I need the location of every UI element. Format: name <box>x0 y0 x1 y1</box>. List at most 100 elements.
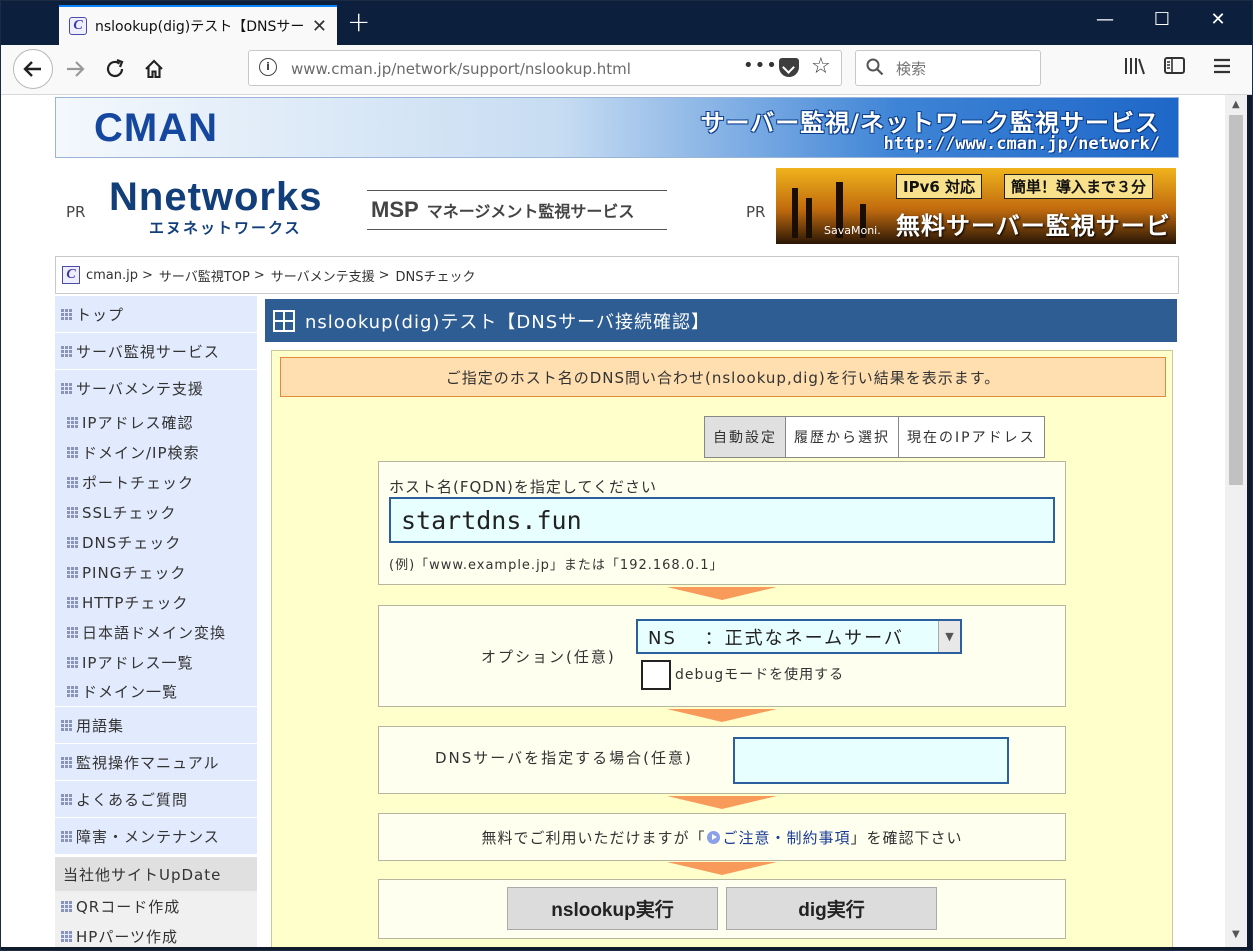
breadcrumb: C cman.jp > サーバ監視TOP > サーバメンテ支援 > DNSチェッ… <box>55 256 1179 294</box>
page-title: nslookup(dig)テスト【DNSサーバ接続確認】 <box>305 311 710 333</box>
scroll-down-icon[interactable]: ▼ <box>1232 929 1240 940</box>
option-label: オプション(任意) <box>481 648 616 666</box>
hostname-label: ホスト名(FQDN)を指定してください <box>389 478 658 496</box>
input-mode-tabs: 自動設定 履歴から選択 現在のIPアドレス <box>704 416 1045 458</box>
grid-icon <box>61 900 72 912</box>
forward-arrow-icon <box>67 61 85 77</box>
forward-button[interactable] <box>57 51 93 87</box>
sidebar-item-manual[interactable]: 監視操作マニュアル <box>55 744 257 781</box>
tab-current-ip[interactable]: 現在のIPアドレス <box>899 417 1044 457</box>
sidebar-item-maintenance[interactable]: サーバメンテ支援 <box>55 370 257 407</box>
new-tab-button[interactable]: + <box>347 7 370 37</box>
sidebar-item-label: ポートチェック <box>82 473 195 492</box>
chevron-down-icon[interactable]: ▼ <box>938 621 960 652</box>
tab-close-icon[interactable]: ✕ <box>312 16 327 37</box>
address-bar[interactable]: i www.cman.jp/network/support/nslookup.h… <box>248 50 842 86</box>
breadcrumb-separator: > <box>253 267 265 283</box>
easy-setup-badge: 簡単！導入まで３分 <box>1004 174 1154 199</box>
sidebar-subitem-ssl-check[interactable]: SSLチェック <box>55 497 257 527</box>
cman-banner[interactable]: CMAN サーバー監視/ネットワーク監視サービス http://www.cman… <box>55 97 1179 158</box>
home-button[interactable] <box>136 51 172 87</box>
library-icon[interactable] <box>1123 55 1147 82</box>
nslookup-form: ご指定のホスト名のDNS問い合わせ(nslookup,dig)を行い結果を表示ま… <box>271 350 1173 949</box>
sidebar-item-qr[interactable]: QRコード作成 <box>55 891 257 921</box>
sidebar-toggle-icon[interactable] <box>1163 55 1187 82</box>
window-grid-icon <box>273 309 295 332</box>
nnetworks-ad[interactable]: Nnetworks エヌネットワークス <box>109 177 349 238</box>
breadcrumb-item[interactable]: サーバ監視TOP <box>159 266 250 285</box>
menu-icon[interactable] <box>1211 55 1233 82</box>
breadcrumb-item[interactable]: サーバメンテ支援 <box>271 266 375 285</box>
grid-icon <box>67 566 78 578</box>
pocket-icon[interactable] <box>779 58 799 77</box>
sidebar-item-top[interactable]: トップ <box>55 296 257 333</box>
grid-icon <box>61 345 72 357</box>
note-prefix: 無料でご利用いただけますが「 <box>481 828 706 847</box>
page-actions-icon[interactable]: ••• <box>743 55 778 76</box>
dig-run-button[interactable]: dig実行 <box>726 887 937 930</box>
terms-link[interactable]: ご注意・制約事項 <box>722 827 850 848</box>
grid-icon <box>61 930 72 942</box>
close-window-button[interactable]: ✕ <box>1198 9 1238 30</box>
debug-label: debugモードを使用する <box>675 667 845 683</box>
dns-server-section: DNSサーバを指定する場合(任意) <box>378 726 1066 794</box>
record-type-select[interactable]: NS ：正式なネームサーバ ▼ <box>636 619 962 654</box>
search-input[interactable] <box>896 60 1026 78</box>
sidebar-item-label: サーバ監視サービス <box>76 342 220 361</box>
sidebar-subitem-http-check[interactable]: HTTPチェック <box>55 587 257 617</box>
back-arrow-icon <box>23 61 41 77</box>
banner-url: http://www.cman.jp/network/ <box>883 134 1160 154</box>
search-bar[interactable] <box>855 50 1041 86</box>
maximize-button[interactable]: ☐ <box>1142 9 1182 30</box>
sidebar-item-label: サーバメンテ支援 <box>76 380 204 398</box>
reload-button[interactable] <box>97 51 133 87</box>
tab-auto-setting[interactable]: 自動設定 <box>705 417 786 457</box>
hostname-example: (例)「www.example.jp」または「192.168.0.1」 <box>389 558 724 573</box>
sidebar-subitem-jp-domain[interactable]: 日本語ドメイン変換 <box>55 617 257 647</box>
sidebar-subitem-dns-check[interactable]: DNSチェック <box>55 527 257 557</box>
hostname-input[interactable] <box>389 497 1055 543</box>
tab-history[interactable]: 履歴から選択 <box>786 417 899 457</box>
sidebar-item-label: トップ <box>76 305 125 324</box>
debug-checkbox[interactable] <box>641 660 671 690</box>
vertical-scrollbar[interactable]: ▲ ▼ <box>1225 95 1247 949</box>
site-info-icon[interactable]: i <box>259 58 277 76</box>
giraffe-silhouette <box>792 188 798 238</box>
url-text[interactable]: www.cman.jp/network/support/nslookup.htm… <box>291 60 631 78</box>
terms-note: 無料でご利用いただけますが「 ご注意・制約事項 」を確認下さい <box>378 813 1066 861</box>
sidebar-item-monitor-service[interactable]: サーバ監視サービス <box>55 333 257 370</box>
sidebar-item-label: ドメイン一覧 <box>82 683 179 701</box>
sidebar-subitem-ping-check[interactable]: PINGチェック <box>55 557 257 587</box>
sidebar-subitem-port-check[interactable]: ポートチェック <box>55 467 257 497</box>
back-button[interactable] <box>13 49 53 89</box>
scroll-up-icon[interactable]: ▲ <box>1232 99 1240 110</box>
sidebar-item-glossary[interactable]: 用語集 <box>55 707 257 744</box>
sidebar-item-hp-parts[interactable]: HPパーツ作成 <box>55 921 257 949</box>
sidebar-item-trouble[interactable]: 障害・メンテナンス <box>55 818 257 855</box>
cman-logo: CMAN <box>94 106 218 150</box>
sidebar-item-faq[interactable]: よくあるご質問 <box>55 781 257 818</box>
grid-icon <box>67 626 78 638</box>
nslookup-run-button[interactable]: nslookup実行 <box>507 887 718 930</box>
reload-icon <box>106 58 124 78</box>
option-section: オプション(任意) NS ：正式なネームサーバ ▼ debugモードを使用する <box>378 605 1066 707</box>
msp-ad[interactable]: MSP マネージメント監視サービス <box>367 190 667 230</box>
sidebar-subitem-ip-check[interactable]: IPアドレス確認 <box>55 407 257 437</box>
sidebar-subitem-ip-list[interactable]: IPアドレス一覧 <box>55 647 257 677</box>
flow-arrow-icon <box>667 862 777 875</box>
minimize-button[interactable]: — <box>1085 9 1125 30</box>
breadcrumb-item[interactable]: cman.jp <box>86 268 138 283</box>
breadcrumb-separator: > <box>378 267 390 283</box>
sidebar-item-label: QRコード作成 <box>76 897 181 916</box>
grid-icon <box>61 793 72 805</box>
bookmark-star-icon[interactable]: ☆ <box>811 54 831 79</box>
sidebar-item-label: ドメイン/IP検索 <box>82 443 200 462</box>
scrollbar-thumb[interactable] <box>1229 115 1243 485</box>
dns-server-input[interactable] <box>733 737 1009 784</box>
active-tab[interactable]: C nslookup(dig)テスト【DNSサーバ接 ✕ <box>59 5 337 45</box>
savamoni-ad[interactable]: SavaMoni. IPv6 対応 簡単！導入まで３分 無料サーバー監視サービス <box>776 168 1176 244</box>
sidebar-subitem-domain-list[interactable]: ドメイン一覧 <box>55 677 257 707</box>
sidebar-subitem-domain-ip-search[interactable]: ドメイン/IP検索 <box>55 437 257 467</box>
grid-icon <box>67 506 78 518</box>
sidebar-item-label: IPアドレス確認 <box>82 413 194 432</box>
